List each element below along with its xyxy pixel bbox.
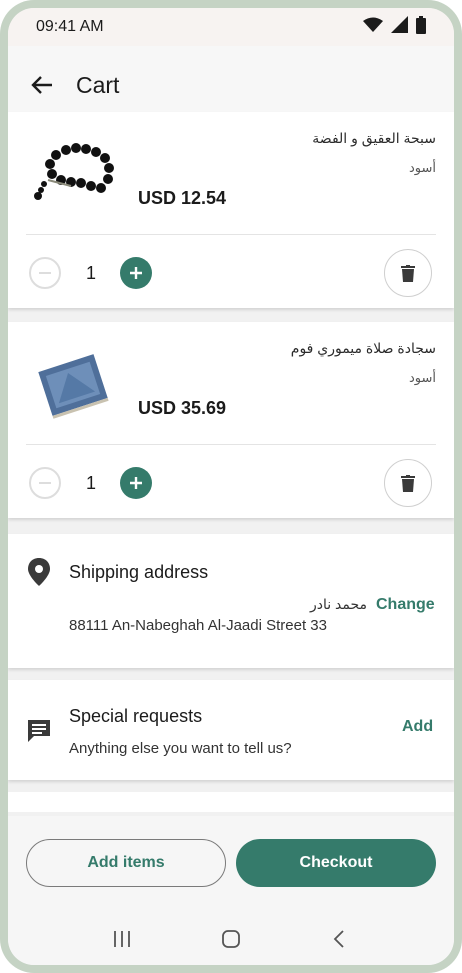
add-items-button[interactable]: Add items [26,839,226,887]
minus-icon [39,482,51,484]
delete-item-button[interactable] [384,459,432,507]
home-icon [222,930,240,948]
special-requests-subtitle: Anything else you want to tell us? [69,740,292,757]
quantity-value: 1 [85,473,96,493]
signal-icon [391,16,408,38]
product-price: USD 12.54 [138,188,227,208]
location-pin-icon [26,558,52,591]
delete-item-button[interactable] [384,249,432,297]
recents-button[interactable] [102,919,142,959]
status-icons [363,15,426,39]
product-variant: أسود [408,370,436,385]
product-variant: أسود [408,160,436,175]
minus-icon [39,272,51,274]
product-image-prayer-rug[interactable] [26,338,120,432]
shipping-title: Shipping address [69,562,209,582]
plus-icon [130,477,142,489]
arrow-left-icon [31,76,52,94]
system-nav-bar [8,916,454,962]
page-title: Cart [76,71,120,98]
plus-icon [130,267,142,279]
product-price: USD 35.69 [138,398,227,418]
device-frame: 09:41 AM Cart سبحة العقيق و الفضة أسود U… [0,0,462,973]
back-button[interactable] [21,64,63,106]
increase-quantity-button[interactable] [120,257,152,289]
trash-icon [401,264,415,282]
trash-icon [401,474,415,492]
shipping-address: 88111 An-Nabeghah Al-Jaadi Street 33 [69,617,327,634]
divider [26,234,436,235]
chevron-left-icon [333,930,344,948]
battery-icon [416,15,426,39]
product-name[interactable]: سبحة العقيق و الفضة [312,130,436,147]
decrease-quantity-button[interactable] [29,257,61,289]
shipping-address-card: Shipping address محمد نادر Change 88111 … [8,534,454,668]
card-spacer [8,792,454,812]
product-image-prayer-beads[interactable] [26,128,120,222]
recents-icon [114,931,131,947]
status-time: 09:41 AM [36,18,104,35]
increase-quantity-button[interactable] [120,467,152,499]
message-icon [26,718,52,749]
home-button[interactable] [211,919,251,959]
wifi-icon [363,17,383,38]
checkout-button[interactable]: Checkout [236,839,436,887]
product-name[interactable]: سجادة صلاة ميموري فوم [291,340,436,357]
status-bar: 09:41 AM [8,8,454,46]
add-request-link[interactable]: Add [402,718,433,736]
back-nav-button[interactable] [320,919,360,959]
cart-item: سبحة العقيق و الفضة أسود USD 12.54 1 [8,112,454,308]
special-requests-title: Special requests [69,706,203,726]
cart-item: سجادة صلاة ميموري فوم أسود USD 35.69 1 [8,322,454,518]
divider [26,444,436,445]
special-requests-card: Special requests Anything else you want … [8,680,454,780]
decrease-quantity-button[interactable] [29,467,61,499]
quantity-value: 1 [85,263,96,283]
recipient-name: محمد نادر [309,596,367,612]
change-address-link[interactable]: Change [376,596,435,614]
bottom-action-bar: Add items Checkout [8,816,454,965]
screen: 09:41 AM Cart سبحة العقيق و الفضة أسود U… [8,8,454,965]
